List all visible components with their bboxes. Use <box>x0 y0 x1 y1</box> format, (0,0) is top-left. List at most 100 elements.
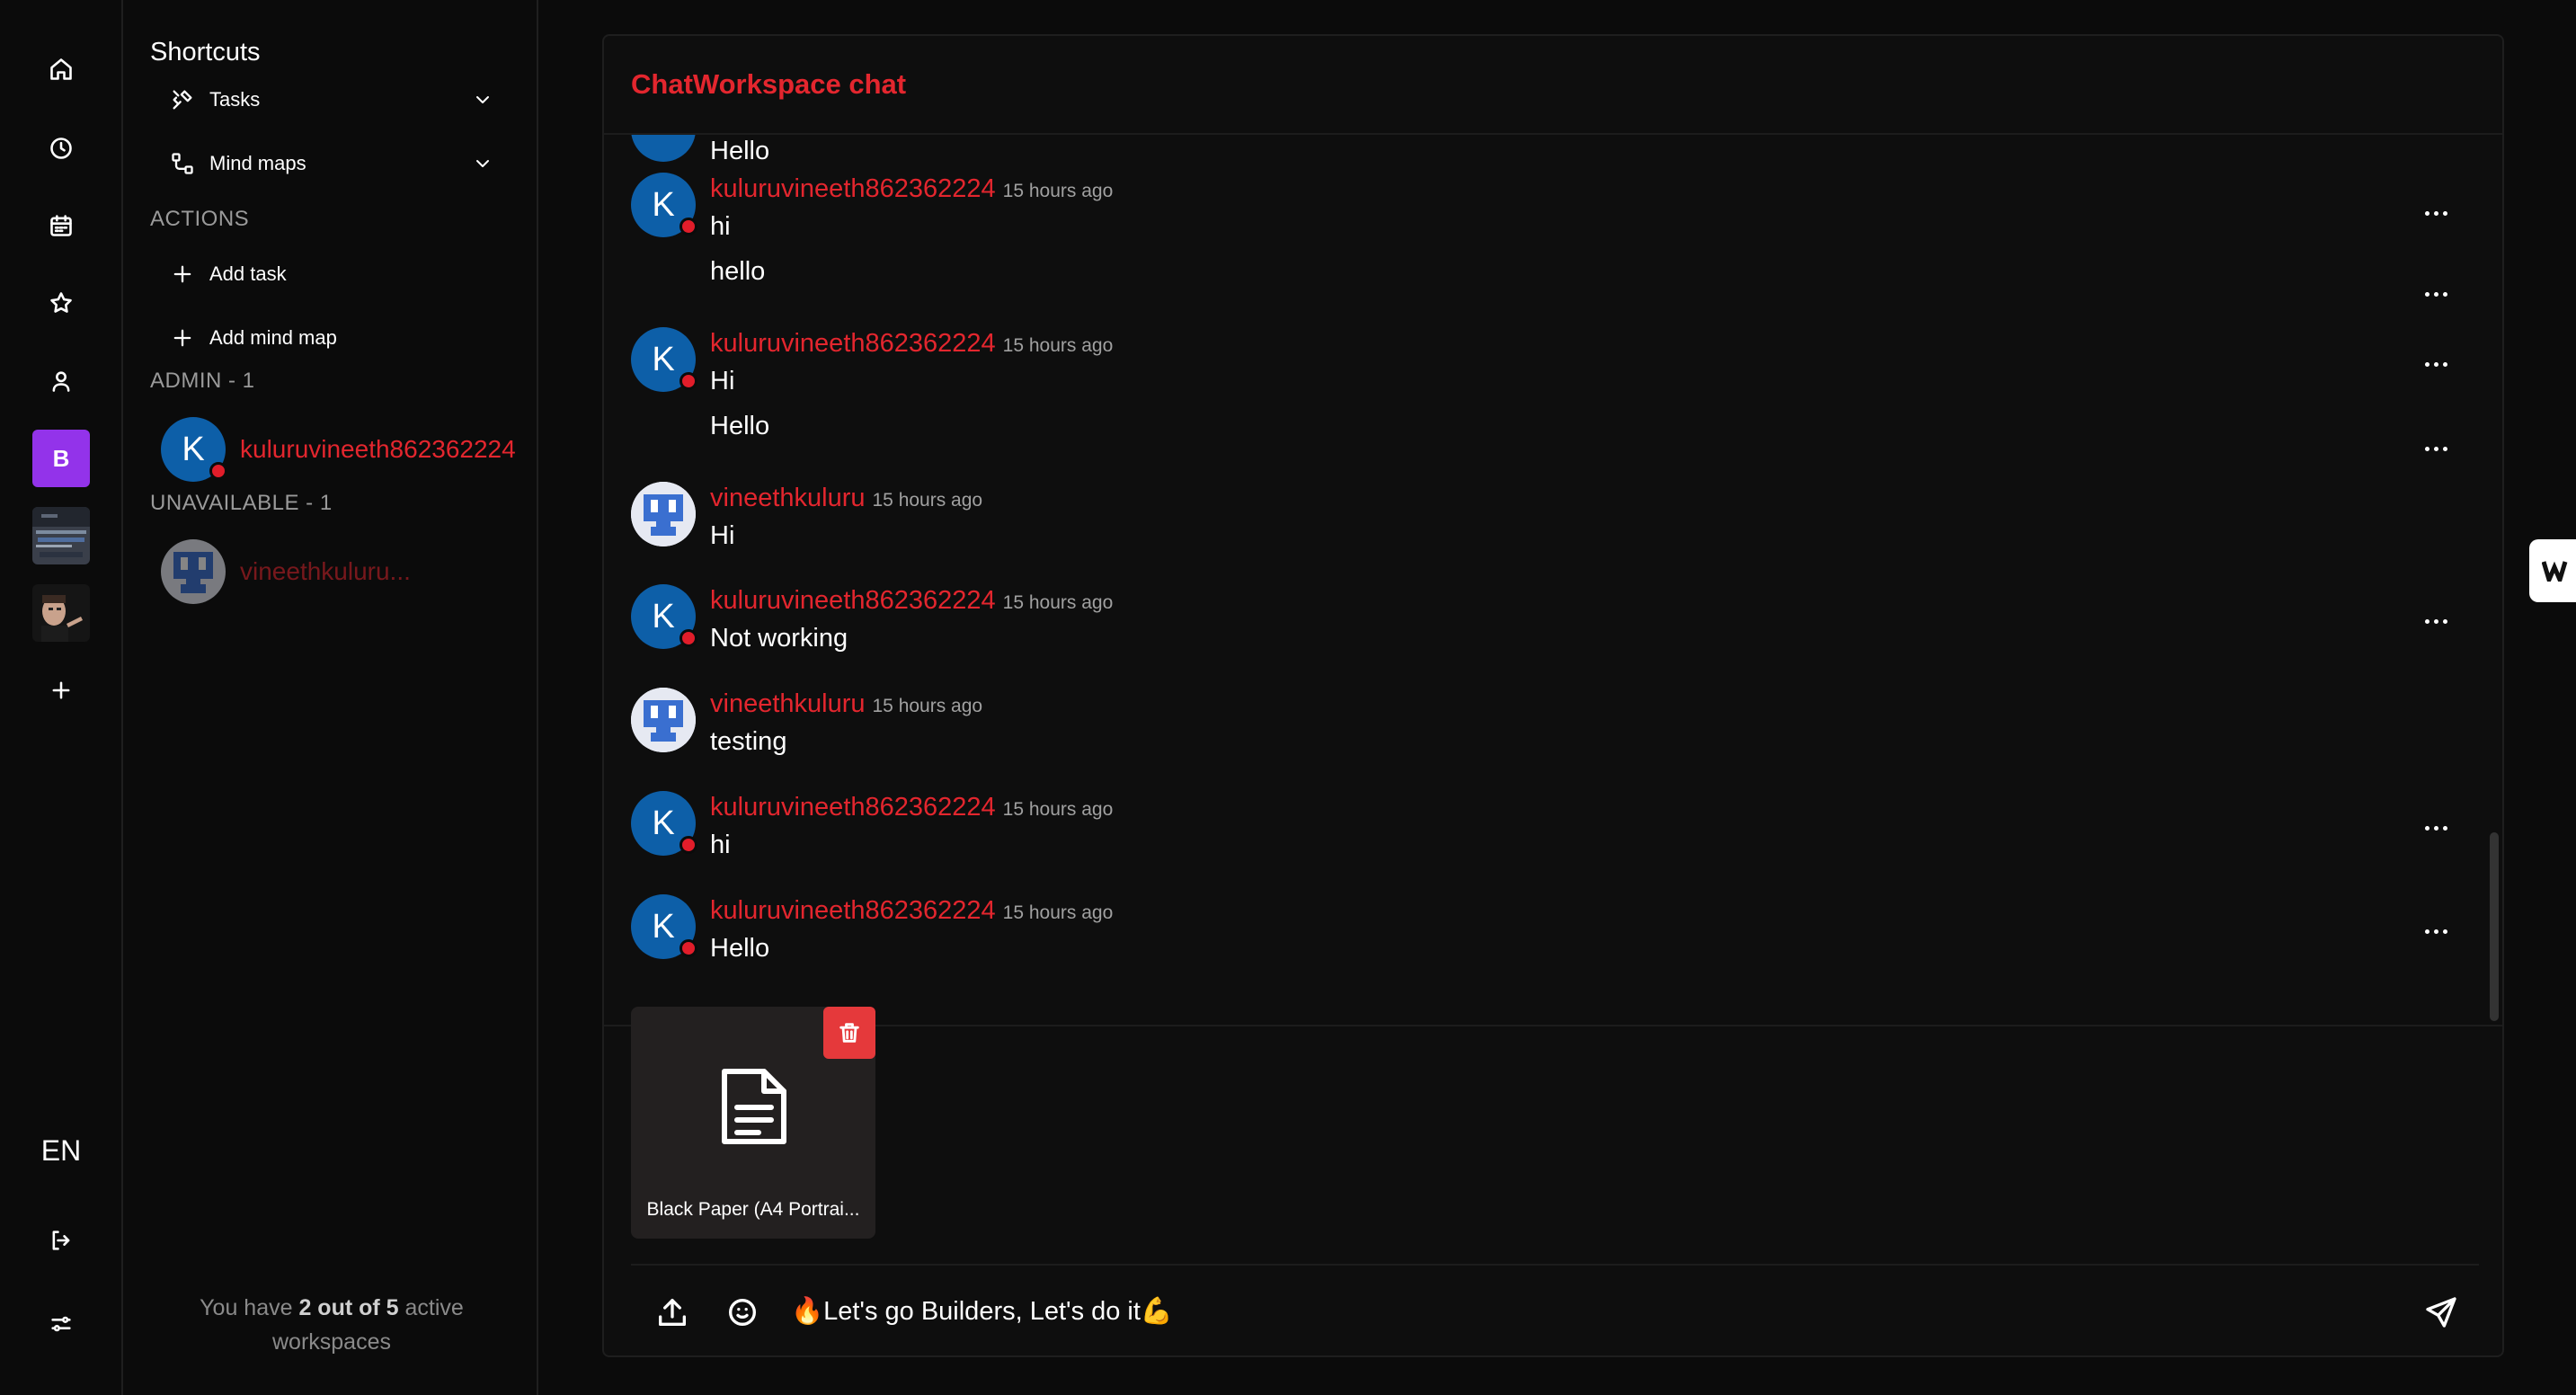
smiley-icon <box>729 1299 756 1326</box>
workspace-sidebar: Shortcuts Tasks Mind maps ACTIONS Add ta… <box>125 0 538 1395</box>
member-name: vineethkuluru... <box>240 557 411 585</box>
unavailable-heading: UNAVAILABLE - 1 <box>150 491 333 515</box>
workspace-b-button[interactable]: B <box>32 430 90 487</box>
app-rail: B EN <box>0 0 123 1395</box>
clock-icon[interactable] <box>32 120 90 177</box>
workspace-thumbnail-1[interactable] <box>32 507 90 564</box>
workspace-thumbnail-2[interactable] <box>32 584 90 642</box>
message-text: Hi <box>710 521 735 550</box>
emoji-button[interactable] <box>721 1291 764 1334</box>
attachment-filename: Black Paper (A4 Portrai... <box>646 1199 860 1220</box>
message-timestamp: 15 hours ago <box>1002 799 1114 820</box>
message-text: hi <box>710 831 731 859</box>
message-timestamp: 15 hours ago <box>872 490 983 511</box>
delete-attachment-button[interactable] <box>823 1007 875 1059</box>
home-icon[interactable] <box>32 40 90 98</box>
admin-member[interactable]: K kuluruvineeth862362224 <box>161 415 538 484</box>
shortcuts-title: Shortcuts <box>150 38 261 67</box>
message-author[interactable]: kuluruvineeth862362224 15 hours ago <box>710 896 1113 926</box>
add-mind-map-button[interactable]: Add mind map <box>170 315 493 360</box>
upload-icon <box>659 1299 686 1326</box>
avatar <box>631 688 696 752</box>
status-badge <box>680 836 697 854</box>
message-author[interactable]: kuluruvineeth862362224 15 hours ago <box>710 793 1113 822</box>
status-badge <box>680 372 697 390</box>
logout-icon[interactable] <box>32 1212 90 1269</box>
message-author[interactable]: kuluruvineeth862362224 15 hours ago <box>710 174 1113 204</box>
mindmap-icon <box>172 153 193 174</box>
message-options-icon[interactable] <box>2418 435 2454 462</box>
user-icon[interactable] <box>32 352 90 410</box>
message-options-icon[interactable] <box>2418 351 2454 378</box>
message-text: testing <box>710 727 787 756</box>
actions-heading: ACTIONS <box>150 207 250 231</box>
chat-panel: ChatWorkspace chat Hello K kuluruvineeth… <box>602 34 2504 1357</box>
message-input[interactable] <box>791 1289 2319 1334</box>
status-badge <box>680 939 697 957</box>
avatar: K <box>631 894 697 959</box>
member-name: kuluruvineeth862362224 <box>240 435 516 463</box>
message-options-icon[interactable] <box>2418 608 2454 635</box>
action-label: Add task <box>209 262 287 285</box>
star-icon[interactable] <box>32 274 90 332</box>
language-selector[interactable]: EN <box>32 1134 90 1168</box>
shortcut-tasks[interactable]: Tasks <box>170 77 493 122</box>
plus-icon <box>173 329 191 347</box>
document-icon <box>717 1066 791 1147</box>
upload-button[interactable] <box>651 1291 694 1334</box>
status-badge <box>209 462 227 480</box>
message-text: Hello <box>710 934 770 963</box>
settings-sliders-icon[interactable] <box>32 1295 90 1353</box>
message-author[interactable]: vineethkuluru 15 hours ago <box>710 689 982 719</box>
avatar: K <box>631 327 697 392</box>
avatar <box>161 539 226 604</box>
shortcut-label: Mind maps <box>209 152 306 174</box>
calendar-icon[interactable] <box>32 197 90 254</box>
message-text: hello <box>710 257 766 286</box>
trash-icon <box>839 1023 859 1043</box>
message-text: Not working <box>710 624 848 653</box>
message-timestamp: 15 hours ago <box>872 696 983 716</box>
message-list[interactable]: Hello K kuluruvineeth862362224 15 hours a… <box>604 135 2502 1026</box>
message-text: Hi <box>710 367 735 395</box>
message-options-icon[interactable] <box>2418 814 2454 841</box>
message-text: hi <box>710 212 731 241</box>
message-options-icon[interactable] <box>2418 918 2454 945</box>
message-author[interactable]: kuluruvineeth862362224 15 hours ago <box>710 329 1113 359</box>
send-button[interactable] <box>2420 1291 2463 1334</box>
admin-heading: ADMIN - 1 <box>150 369 255 393</box>
message-timestamp: 15 hours ago <box>1002 902 1114 923</box>
action-label: Add mind map <box>209 326 337 349</box>
unavailable-member[interactable]: vineethkuluru... <box>161 538 538 606</box>
workspace-letter: B <box>52 444 70 472</box>
workspace-usage-note: You have 2 out of 5 active workspaces <box>200 1295 464 1355</box>
send-icon <box>2426 1297 2456 1328</box>
chat-header: ChatWorkspace chat <box>604 36 2502 135</box>
attachment-preview[interactable]: Black Paper (A4 Portrai... <box>631 1007 875 1239</box>
message-options-icon[interactable] <box>2418 200 2454 227</box>
message-timestamp: 15 hours ago <box>1002 592 1114 613</box>
plus-icon <box>173 265 191 283</box>
status-badge <box>680 629 697 647</box>
status-badge <box>680 218 697 235</box>
avatar <box>631 135 696 162</box>
chevron-down-icon[interactable] <box>472 89 493 111</box>
shortcut-label: Tasks <box>209 88 261 111</box>
shortcut-mind-maps[interactable]: Mind maps <box>170 141 493 186</box>
avatar: K <box>161 417 227 482</box>
message-author[interactable]: vineethkuluru 15 hours ago <box>710 484 982 513</box>
w-logo-icon <box>2542 561 2568 582</box>
message-scrollbar[interactable] <box>2490 832 2499 1021</box>
add-workspace-icon[interactable] <box>32 662 90 719</box>
message-options-icon[interactable] <box>2418 280 2454 307</box>
chevron-down-icon[interactable] <box>472 153 493 174</box>
avatar: K <box>631 173 697 237</box>
add-task-button[interactable]: Add task <box>170 252 493 297</box>
message-timestamp: 15 hours ago <box>1002 181 1114 201</box>
message-text: Hello <box>710 412 770 440</box>
floating-widget-tab[interactable] <box>2529 539 2576 602</box>
tools-icon <box>173 90 192 110</box>
message-composer <box>631 1264 2479 1355</box>
message-author[interactable]: kuluruvineeth862362224 15 hours ago <box>710 586 1113 616</box>
avatar: K <box>631 584 697 649</box>
